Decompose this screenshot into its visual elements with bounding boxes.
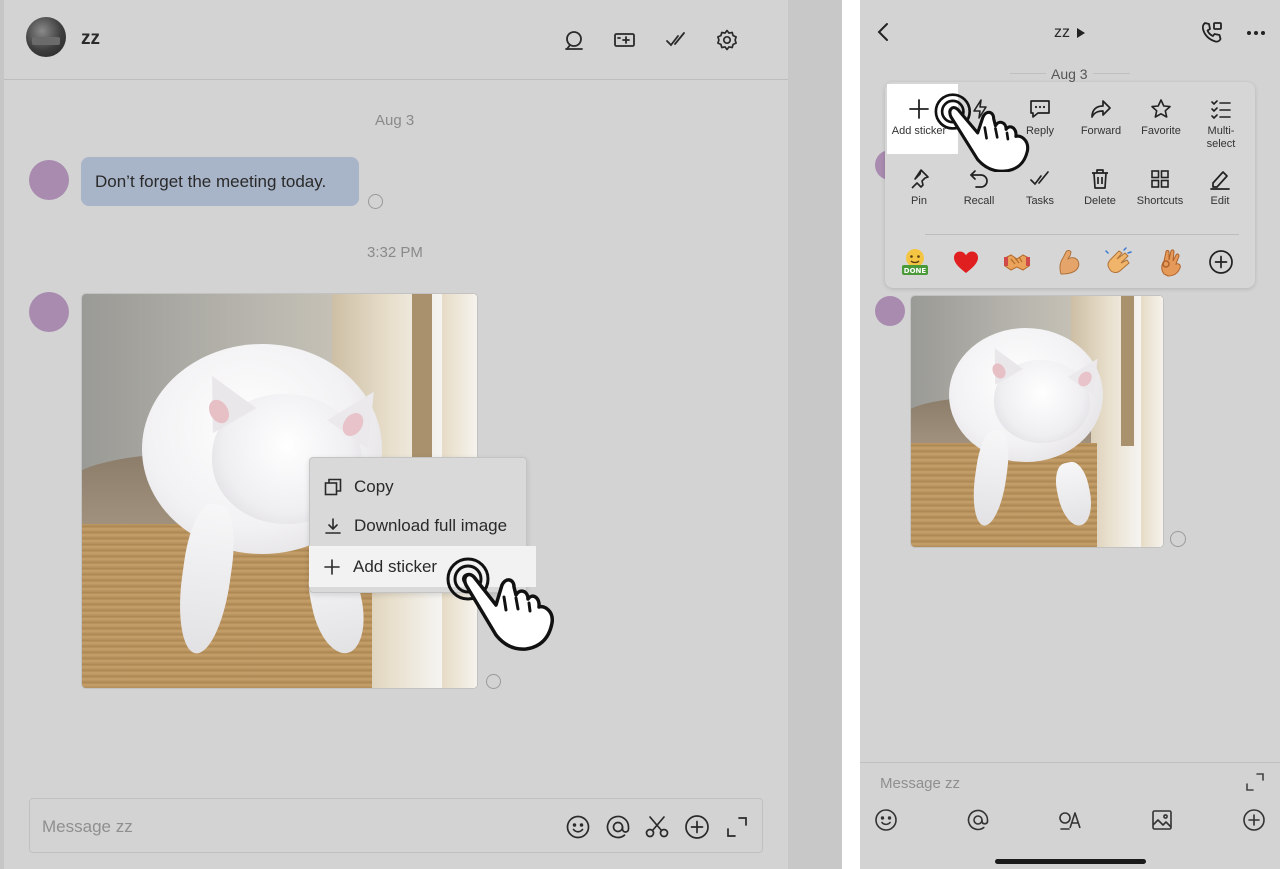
expand-icon[interactable]: [1245, 772, 1265, 792]
multi-select-label: Multi-select: [1206, 125, 1236, 150]
trash-icon: [1092, 169, 1108, 189]
mobile-chat-window: zz Aug 3 DONE Add sticker Reply Forward …: [860, 0, 1280, 869]
sender-avatar[interactable]: [875, 296, 905, 326]
recall-action[interactable]: Recall: [949, 168, 1009, 208]
add-reaction-icon[interactable]: [1206, 247, 1236, 277]
delete-action[interactable]: Delete: [1070, 168, 1130, 208]
composer-placeholder: Message zz: [42, 817, 133, 836]
mention-icon[interactable]: [605, 814, 631, 840]
tasks-check-icon[interactable]: [664, 28, 688, 52]
plus-icon: [324, 558, 340, 575]
handshake-reaction[interactable]: [1002, 247, 1032, 277]
copy-label: Copy: [354, 477, 394, 496]
quick-reaction-action[interactable]: [950, 98, 1010, 120]
copy-icon: [324, 478, 342, 496]
pin-action[interactable]: Pin: [889, 168, 949, 208]
contact-avatar[interactable]: [26, 17, 66, 57]
add-circle-icon[interactable]: [1242, 808, 1266, 832]
settings-gear-icon[interactable]: [715, 28, 739, 52]
download-icon: [325, 518, 341, 534]
tasks-label: Tasks: [1025, 195, 1055, 207]
svg-text:DONE: DONE: [904, 267, 927, 275]
edit-action[interactable]: Edit: [1190, 168, 1250, 208]
add-sticker-label: Add sticker: [353, 556, 438, 576]
favorite-label: Favorite: [1141, 125, 1181, 137]
image-icon[interactable]: [1150, 808, 1174, 832]
date-separator: Aug 3: [375, 112, 415, 129]
star-icon: [1151, 99, 1171, 118]
play-arrow-icon[interactable]: [1076, 27, 1086, 39]
read-status-indicator: [368, 194, 383, 209]
plus-icon: [909, 99, 929, 119]
read-status-indicator: [486, 674, 501, 689]
clapping-hands-reaction[interactable]: [1104, 247, 1134, 277]
recall-label: Recall: [963, 195, 995, 207]
panel-divider: [788, 0, 842, 869]
emoji-icon[interactable]: [565, 814, 591, 840]
cat-image-message[interactable]: [910, 295, 1164, 548]
call-icon[interactable]: [1200, 20, 1224, 44]
add-sticker-action[interactable]: Add sticker: [889, 98, 949, 138]
recall-icon: [970, 170, 988, 188]
grid-icon: [1151, 170, 1169, 188]
reply-label: Reply: [1025, 125, 1055, 137]
forward-label: Forward: [1080, 125, 1122, 137]
translate-icon[interactable]: [1058, 808, 1082, 832]
back-chevron-icon[interactable]: [874, 22, 894, 42]
date-separator: Aug 3: [1046, 66, 1093, 82]
tasks-check-icon: [1030, 171, 1049, 186]
add-sticker-menu-item[interactable]: Add sticker: [309, 546, 536, 587]
done-sticker-reaction[interactable]: DONE: [900, 247, 930, 277]
chat-title[interactable]: zz: [1054, 24, 1070, 42]
mention-icon[interactable]: [966, 808, 990, 832]
new-task-icon[interactable]: [613, 28, 637, 52]
forward-action[interactable]: Forward: [1071, 98, 1131, 138]
desktop-chat-window: zz Aug 3 Don’t forget the meeting today.…: [0, 0, 788, 869]
chat-header: zz: [4, 0, 788, 80]
multi-select-action[interactable]: Multi-select: [1191, 98, 1251, 151]
flexed-biceps-reaction[interactable]: [1053, 247, 1083, 277]
panel-gap: [842, 0, 860, 869]
lightning-icon: [973, 99, 987, 119]
shortcuts-action[interactable]: Shortcuts: [1130, 168, 1190, 208]
red-heart-reaction[interactable]: [951, 247, 981, 277]
favorite-action[interactable]: Favorite: [1131, 98, 1191, 138]
panel-divider-line: [925, 234, 1239, 235]
pin-icon: [911, 169, 929, 189]
reply-icon: [1030, 100, 1050, 118]
add-sticker-label: Add sticker: [891, 125, 947, 137]
emoji-icon[interactable]: [874, 808, 898, 832]
pin-label: Pin: [911, 195, 927, 207]
copy-menu-item[interactable]: Copy: [310, 468, 526, 506]
image-context-menu: Copy Download full image Add sticker: [309, 457, 536, 593]
time-separator: 3:32 PM: [367, 244, 423, 261]
more-options-icon[interactable]: [1246, 30, 1266, 36]
scissors-icon[interactable]: [644, 814, 670, 840]
shortcuts-label: Shortcuts: [1136, 195, 1184, 207]
edit-pencil-icon: [1210, 171, 1230, 190]
sender-avatar[interactable]: [29, 292, 69, 332]
tasks-action[interactable]: Tasks: [1010, 168, 1070, 208]
search-icon[interactable]: [562, 28, 586, 52]
message-bubble[interactable]: Don’t forget the meeting today.: [81, 157, 359, 206]
checklist-icon: [1211, 100, 1231, 120]
home-indicator: [995, 859, 1146, 864]
composer-placeholder[interactable]: Message zz: [880, 775, 960, 792]
forward-icon: [1091, 100, 1111, 118]
delete-label: Delete: [1084, 195, 1116, 207]
reply-action[interactable]: Reply: [1010, 98, 1070, 138]
edit-label: Edit: [1210, 195, 1230, 207]
download-label: Download full image: [354, 516, 508, 535]
message-composer[interactable]: Message zz: [29, 798, 763, 853]
ok-hand-reaction[interactable]: [1155, 247, 1185, 277]
chat-title[interactable]: zz: [81, 28, 100, 50]
add-circle-icon[interactable]: [684, 814, 710, 840]
composer-divider: [860, 762, 1280, 763]
sender-avatar[interactable]: [29, 160, 69, 200]
download-menu-item[interactable]: Download full image: [310, 507, 526, 545]
read-status-indicator: [1170, 531, 1186, 547]
expand-icon[interactable]: [724, 814, 750, 840]
